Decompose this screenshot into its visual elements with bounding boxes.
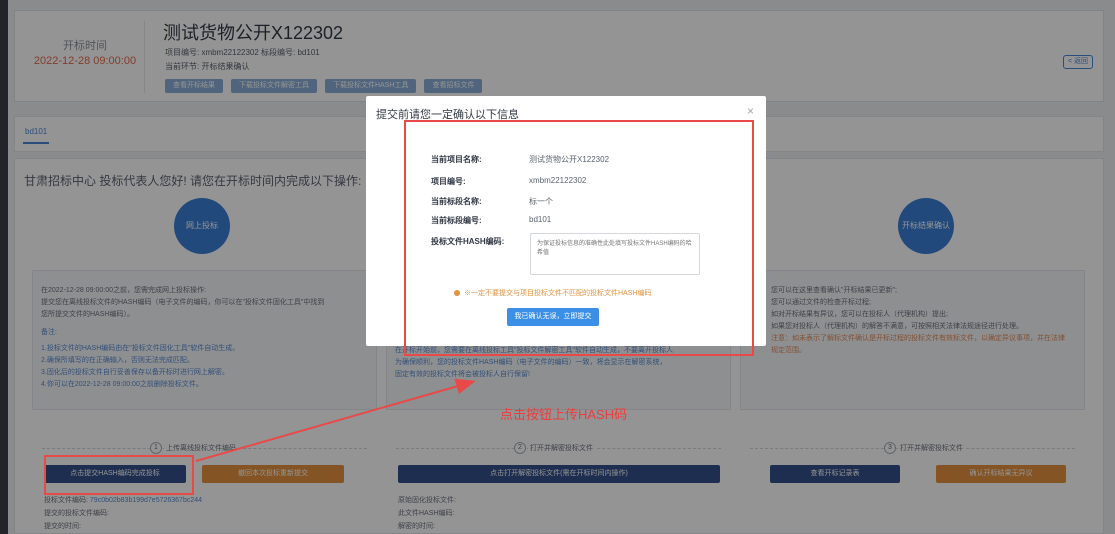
annotation-arrow-icon bbox=[195, 378, 476, 462]
